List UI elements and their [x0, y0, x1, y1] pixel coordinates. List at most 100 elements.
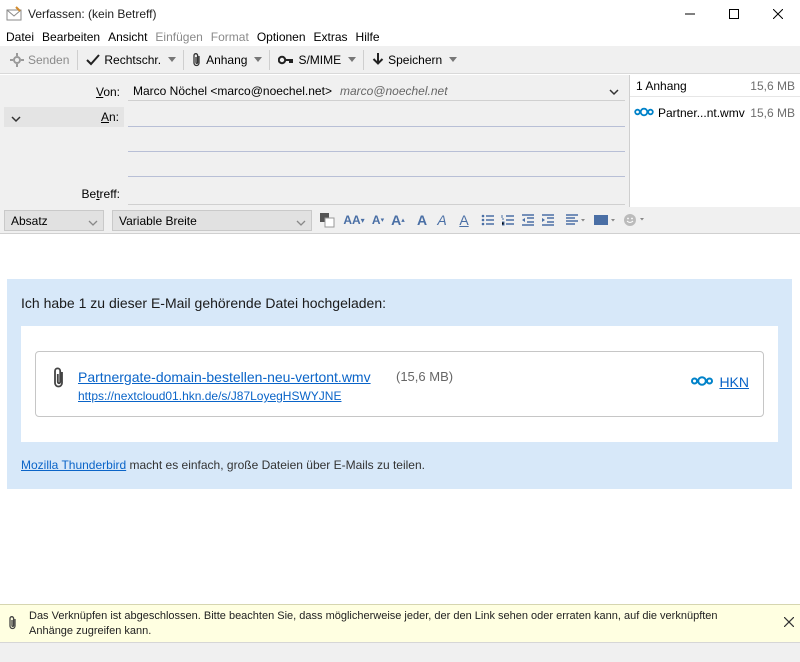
menu-datei[interactable]: Datei: [2, 30, 38, 44]
status-bar: [0, 642, 800, 662]
send-label: Senden: [28, 52, 70, 67]
send-button[interactable]: Senden: [6, 48, 73, 72]
smaller-text-icon[interactable]: A ▾: [370, 211, 386, 229]
outdent-icon[interactable]: [520, 211, 536, 229]
cloud-intro-text: Ich habe 1 zu dieser E-Mail gehörende Da…: [21, 295, 387, 311]
minimize-icon: [685, 13, 695, 14]
from-value: Marco Nöchel <marco@noechel.net>: [133, 83, 332, 98]
toolbar-separator: [183, 49, 185, 70]
attachment-count: 1 Anhang: [636, 78, 687, 93]
checkmark-icon: [86, 53, 101, 66]
compose-toolbar: Senden Rechtschr. Anhang S/MIME Speicher…: [0, 46, 800, 74]
italic-icon[interactable]: A: [434, 211, 450, 229]
font-size-icon[interactable]: AA ▾: [342, 211, 366, 229]
subject-label: Betreff:: [81, 187, 121, 201]
font-value: Variable Breite: [119, 213, 197, 228]
larger-text-icon[interactable]: A ▴: [390, 211, 406, 229]
paragraph-format-select[interactable]: Absatz: [4, 210, 104, 231]
chevron-down-icon: [296, 216, 306, 230]
toolbar-separator: [77, 49, 79, 70]
notification-text: Das Verknüpfen ist abgeschlossen. Bitte …: [29, 610, 718, 637]
chevron-down-icon: [609, 85, 619, 99]
maximize-icon: [729, 8, 739, 19]
from-label: Von:: [95, 85, 120, 99]
menu-hilfe[interactable]: Hilfe: [352, 30, 384, 44]
notification-close-button[interactable]: [783, 616, 795, 630]
address-line-2: [128, 151, 625, 152]
menu-ansicht[interactable]: Ansicht: [104, 30, 151, 44]
insert-image-icon[interactable]: [592, 211, 618, 229]
maximize-button[interactable]: [712, 0, 756, 27]
align-icon[interactable]: [564, 211, 588, 229]
cloud-file-link[interactable]: Partnergate-domain-bestellen-neu-vertont…: [78, 369, 371, 385]
cloud-file-entry: Partnergate-domain-bestellen-neu-vertont…: [35, 351, 764, 417]
chevron-down-icon: [11, 112, 21, 126]
attachment-header[interactable]: 1 Anhang 15,6 MB: [630, 75, 800, 97]
save-button[interactable]: Speichern: [368, 48, 446, 72]
save-dropdown[interactable]: [446, 48, 460, 72]
menu-format[interactable]: Format: [207, 30, 253, 44]
attach-button[interactable]: Anhang: [188, 48, 251, 72]
indent-icon[interactable]: [540, 211, 556, 229]
chevron-down-icon: [88, 216, 98, 230]
save-label: Speichern: [388, 52, 443, 67]
toolbar-separator: [269, 49, 271, 70]
bold-icon[interactable]: A: [414, 211, 430, 229]
menu-extras[interactable]: Extras: [310, 30, 352, 44]
paperclip-icon: [8, 615, 18, 634]
paperclip-icon: [52, 366, 66, 393]
menu-optionen[interactable]: Optionen: [253, 30, 310, 44]
smime-dropdown[interactable]: [345, 48, 359, 72]
recipient-type-select[interactable]: An:: [4, 107, 124, 127]
chevron-down-icon: [254, 57, 263, 62]
cloud-footer: Mozilla Thunderbird macht es einfach, gr…: [21, 458, 425, 472]
to-label: An:: [100, 110, 119, 124]
cloud-provider: HKN: [691, 374, 749, 390]
font-select[interactable]: Variable Breite: [112, 210, 312, 231]
smime-label: S/MIME: [298, 52, 342, 67]
underline-icon[interactable]: A: [456, 211, 472, 229]
to-input[interactable]: [128, 107, 625, 127]
cloud-file-url[interactable]: https://nextcloud01.hkn.de/s/J87LoyegHSW…: [78, 389, 341, 403]
menu-einfuegen[interactable]: Einfügen: [151, 30, 206, 44]
menu-bearbeiten[interactable]: Bearbeiten: [38, 30, 104, 44]
nextcloud-icon: [691, 375, 714, 390]
text-color-icon[interactable]: [318, 211, 336, 229]
chevron-down-icon: [449, 57, 458, 62]
notification-bar: Das Verknüpfen ist abgeschlossen. Bitte …: [0, 604, 800, 642]
cloud-footer-text: macht es einfach, große Dateien über E-M…: [129, 458, 425, 472]
bullet-list-icon[interactable]: [480, 211, 496, 229]
window-title: Verfassen: (kein Betreff): [28, 6, 157, 21]
chevron-down-icon: [348, 57, 357, 62]
format-toolbar: Absatz Variable Breite AA ▾ A ▾ A ▴ A A A: [0, 207, 800, 234]
spelling-label: Rechtschr.: [104, 52, 162, 67]
cloud-attachment-card: Ich habe 1 zu dieser E-Mail gehörende Da…: [7, 279, 792, 489]
compose-icon: [6, 5, 22, 22]
minimize-button[interactable]: [668, 0, 712, 27]
attachment-item[interactable]: Partner...nt.wmv 15,6 MB: [630, 103, 800, 123]
attachment-pane: 1 Anhang 15,6 MB Partner...nt.wmv 15,6 M…: [629, 75, 800, 207]
attachment-total-size: 15,6 MB: [750, 78, 795, 93]
smime-button[interactable]: S/MIME: [274, 48, 345, 72]
spelling-button[interactable]: Rechtschr.: [82, 48, 165, 72]
subject-input[interactable]: [128, 183, 625, 205]
message-body[interactable]: Ich habe 1 zu dieser E-Mail gehörende Da…: [0, 235, 800, 600]
paperclip-icon: [192, 52, 202, 68]
download-arrow-icon: [372, 53, 384, 66]
close-window-button[interactable]: [756, 0, 800, 27]
numbered-list-icon[interactable]: [500, 211, 516, 229]
close-icon: [773, 8, 783, 19]
attach-label: Anhang: [206, 52, 248, 67]
chevron-down-icon: [168, 57, 177, 62]
thunderbird-link[interactable]: Mozilla Thunderbird: [21, 458, 126, 472]
key-icon: [278, 55, 294, 65]
spelling-dropdown[interactable]: [165, 48, 179, 72]
title-bar: Verfassen: (kein Betreff): [0, 0, 800, 27]
cloud-attachment-list: Partnergate-domain-bestellen-neu-vertont…: [21, 326, 778, 442]
from-select[interactable]: Marco Nöchel <marco@noechel.net> marco@n…: [128, 81, 625, 101]
cloud-provider-link[interactable]: HKN: [719, 374, 749, 390]
attach-dropdown[interactable]: [251, 48, 265, 72]
cloud-file-size: (15,6 MB): [396, 369, 454, 384]
smiley-icon[interactable]: [622, 211, 648, 229]
from-alt-address: marco@noechel.net: [339, 83, 448, 98]
